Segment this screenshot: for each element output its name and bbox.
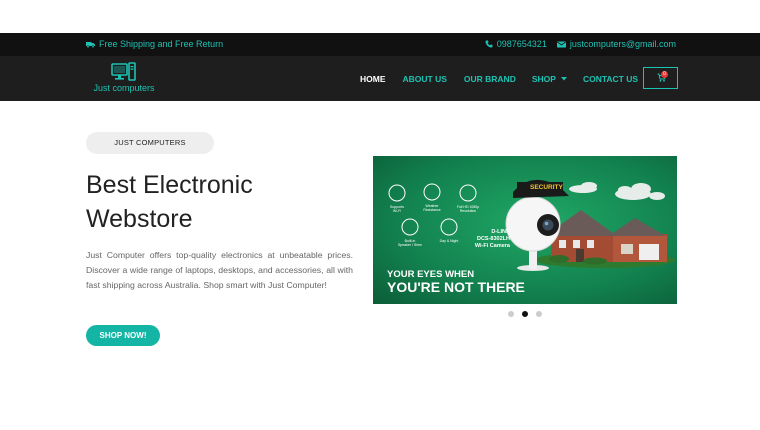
- truck-icon: [86, 41, 95, 48]
- shipping-text: Free Shipping and Free Return: [99, 39, 224, 49]
- envelope-icon: [556, 41, 566, 47]
- phone-number: 0987654321: [496, 39, 547, 49]
- main-navbar: Just computers HOME ABOUT US OUR BRAND S…: [0, 56, 760, 101]
- contact-info: 0987654321 justcomputers@gmail.com: [485, 39, 676, 49]
- cart-count-badge: 0: [661, 71, 668, 78]
- hero-title-line1: Best Electronic: [86, 171, 253, 199]
- nav-shop-label: SHOP: [531, 74, 556, 84]
- shipping-notice: Free Shipping and Free Return: [86, 39, 223, 49]
- nav-contact-us[interactable]: CONTACT US: [583, 74, 638, 84]
- slogan-line2: YOU'RE NOT THERE: [387, 279, 525, 295]
- computer-icon: [111, 62, 136, 81]
- feature-3-label2: Resolution: [460, 209, 477, 213]
- feature-2-label2: Resistance: [423, 208, 440, 212]
- phone-icon: [485, 40, 493, 48]
- carousel-dot-2[interactable]: [522, 311, 528, 317]
- nav-shop[interactable]: SHOP: [532, 74, 567, 84]
- hero-slider-image[interactable]: Supports Wi-Fi Weather Resistance Full H…: [373, 156, 677, 304]
- nav-our-brand[interactable]: OUR BRAND: [464, 74, 516, 84]
- carousel-dot-3[interactable]: [536, 311, 542, 317]
- feature-4-label2: Speaker / Siren: [398, 243, 422, 247]
- email-contact[interactable]: justcomputers@gmail.com: [556, 39, 676, 49]
- hero-title-line2: Webstore: [86, 205, 193, 233]
- product-line3: Wi-Fi Camera: [475, 243, 511, 249]
- cap-text: SECURITY: [530, 184, 564, 191]
- camera-promo-banner: Supports Wi-Fi Weather Resistance Full H…: [373, 156, 677, 304]
- hero-tag: JUST COMPUTERS: [86, 132, 214, 154]
- nav-about-us[interactable]: ABOUT US: [403, 74, 447, 84]
- carousel-dots: [508, 311, 542, 317]
- carousel-dot-1[interactable]: [508, 311, 514, 317]
- phone-contact[interactable]: 0987654321: [485, 39, 547, 49]
- feature-5-label1: Day & Night: [440, 239, 459, 243]
- top-bar: Free Shipping and Free Return 0987654321…: [0, 33, 760, 56]
- main-nav: HOME ABOUT US OUR BRAND SHOP CONTACT US: [360, 74, 638, 84]
- hero-description: Just Computer offers top-quality electro…: [86, 250, 353, 290]
- site-logo[interactable]: Just computers: [88, 62, 160, 96]
- feature-1-label2: Wi-Fi: [393, 209, 401, 213]
- product-line2: DCS-8302LH: [477, 236, 510, 242]
- nav-home[interactable]: HOME: [360, 74, 386, 84]
- hero-title: Best Electronic Webstore: [86, 168, 346, 236]
- shop-now-button[interactable]: SHOP NOW!: [86, 325, 160, 346]
- email-address: justcomputers@gmail.com: [569, 39, 676, 49]
- product-line1: D-LINK: [491, 229, 510, 235]
- caret-down-icon: [560, 77, 567, 81]
- logo-text: Just computers: [93, 83, 155, 93]
- cart-button[interactable]: 0: [643, 67, 678, 89]
